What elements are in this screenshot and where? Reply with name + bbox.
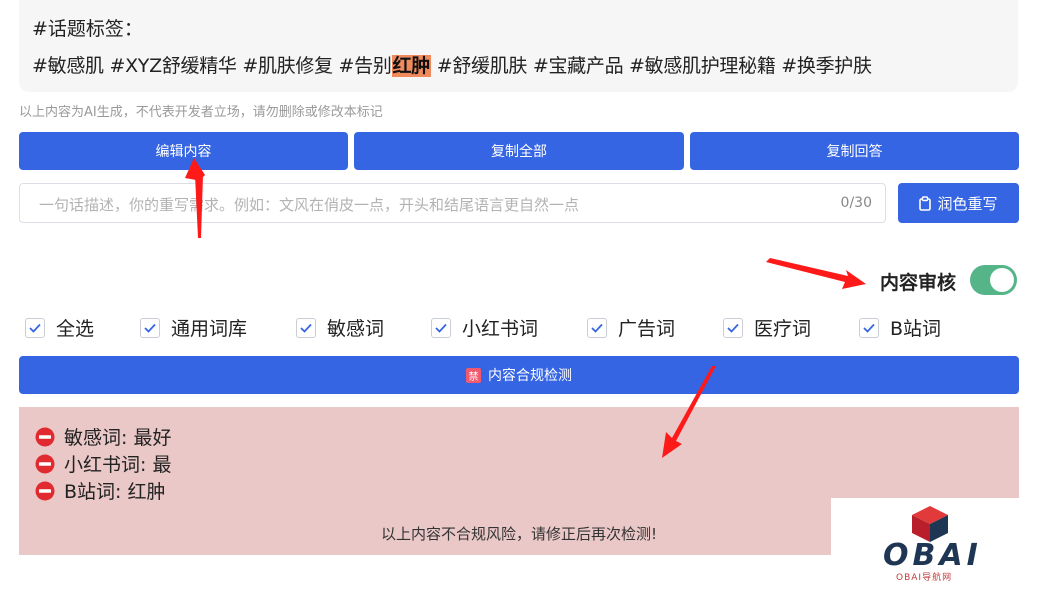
ban-icon: 禁: [466, 367, 481, 383]
checkbox-ad-words[interactable]: 广告词: [587, 314, 675, 341]
copy-all-button[interactable]: 复制全部: [354, 132, 684, 170]
tags-highlight: 红肿: [391, 55, 431, 77]
tags-text: #敏感肌 #XYZ舒缓精华 #肌肤修复 #告别: [32, 55, 392, 77]
result-text: B站词: 红肿: [64, 481, 166, 503]
result-text: 小红书词: 最: [64, 454, 172, 476]
tags-card: #话题标签： #敏感肌 #XYZ舒缓精华 #肌肤修复 #告别红肿 #舒缓肌肤 #…: [19, 0, 1018, 92]
check-icon: [300, 323, 312, 333]
no-entry-icon: [35, 427, 55, 446]
checkbox-label: 医疗词: [754, 318, 812, 340]
content-review-label: 内容审核: [880, 272, 957, 294]
compliance-check-label: 内容合规检测: [488, 368, 572, 384]
tags-heading: #话题标签：: [32, 18, 143, 40]
polish-rewrite-label: 润色重写: [937, 194, 998, 213]
char-counter: 0/30: [840, 195, 872, 211]
checkbox-label: 小红书词: [462, 318, 539, 340]
logo-wordmark: OBAI: [883, 538, 982, 573]
polish-rewrite-button[interactable]: 润色重写: [898, 183, 1019, 223]
rewrite-placeholder: 一句话描述，你的重写需求。例如：文风在俏皮一点，开头和结尾语言更自然一点: [39, 196, 580, 214]
clipboard-icon: [919, 195, 932, 211]
check-icon: [29, 323, 41, 333]
no-entry-icon: [35, 454, 55, 473]
checkbox-bilibili-words[interactable]: B站词: [859, 314, 941, 341]
checkbox-sensitive-words[interactable]: 敏感词: [296, 314, 384, 341]
edit-content-button[interactable]: 编辑内容: [19, 132, 348, 170]
result-item: B站词: 红肿: [35, 477, 165, 504]
content-review-toggle[interactable]: [970, 265, 1017, 295]
tags-line: #敏感肌 #XYZ舒缓精华 #肌肤修复 #告别红肿 #舒缓肌肤 #宝藏产品 #敏…: [32, 51, 872, 78]
checkbox-label: 通用词库: [171, 318, 248, 340]
checkbox-label: 广告词: [618, 318, 676, 340]
checkbox-label: B站词: [890, 318, 942, 340]
check-icon: [727, 323, 739, 333]
compliance-check-button[interactable]: 禁 内容合规检测: [19, 356, 1019, 394]
checkbox-general-words[interactable]: 通用词库: [140, 314, 247, 341]
checkbox-label: 全选: [56, 318, 95, 340]
result-item: 敏感词: 最好: [35, 423, 171, 450]
check-icon: [435, 323, 447, 333]
rewrite-input[interactable]: 一句话描述，你的重写需求。例如：文风在俏皮一点，开头和结尾语言更自然一点 0/3…: [19, 183, 886, 223]
checkbox-select-all[interactable]: 全选: [25, 314, 94, 341]
copy-answer-button[interactable]: 复制回答: [690, 132, 1019, 170]
ai-disclaimer: 以上内容为AI生成，不代表开发者立场，请勿删除或修改本标记: [19, 105, 383, 120]
checkbox-label: 敏感词: [327, 318, 385, 340]
checkbox-xiaohongshu-words[interactable]: 小红书词: [431, 314, 538, 341]
no-entry-icon: [35, 481, 55, 500]
check-icon: [591, 323, 603, 333]
result-text: 敏感词: 最好: [64, 427, 172, 449]
arrow-to-review-toggle: [766, 258, 866, 289]
check-icon: [863, 323, 875, 333]
toggle-knob: [990, 268, 1014, 292]
logo-tagline: OBAI导航网: [896, 573, 953, 583]
tags-text-rest: #舒缓肌肤 #宝藏产品 #敏感肌护理秘籍 #换季护肤: [430, 55, 872, 77]
checkbox-medical-words[interactable]: 医疗词: [723, 314, 811, 341]
watermark-logo: OBAI OBAI导航网: [831, 498, 1019, 589]
result-item: 小红书词: 最: [35, 450, 171, 477]
check-icon: [144, 323, 156, 333]
